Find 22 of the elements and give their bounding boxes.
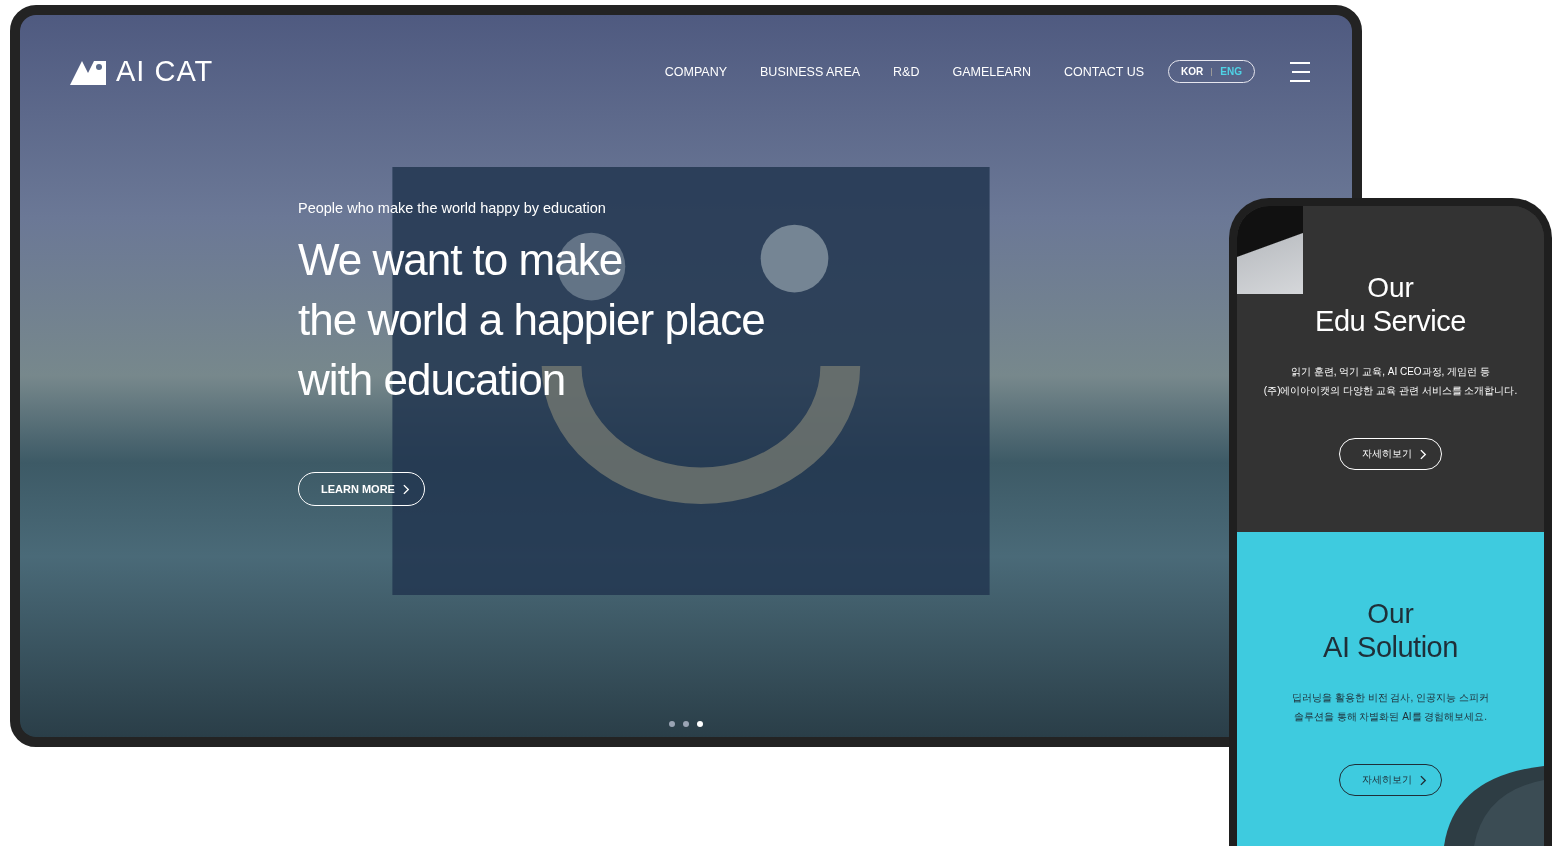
section-title: Edu Service xyxy=(1315,304,1466,338)
hero-tagline: People who make the world happy by education xyxy=(298,200,606,216)
chevron-icon xyxy=(1420,774,1427,786)
section-title: AI Solution xyxy=(1323,630,1458,664)
language-option[interactable]: KOR xyxy=(1181,66,1204,77)
hero-headline: We want to make the world a happier place with education xyxy=(298,234,765,406)
slide-dot[interactable] xyxy=(697,721,703,727)
nav-link[interactable]: BUSINESS AREA xyxy=(760,64,861,79)
chevron-icon xyxy=(1420,448,1427,460)
nav-link[interactable]: R&D xyxy=(893,64,920,79)
section-title: Our xyxy=(1367,598,1414,630)
nav-link[interactable]: COMPANY xyxy=(664,64,728,79)
nav-link[interactable]: CONTACT US xyxy=(1064,64,1145,79)
logo-text: AI CAT xyxy=(116,55,214,88)
language-option[interactable]: ENG xyxy=(1220,66,1242,77)
section-description: 딥러닝을 활용한 비전 검사, 인공지능 스피커 솔루션을 통해 차별화된 AI를 경험해보세요. xyxy=(1292,691,1489,724)
section-title: Our xyxy=(1367,272,1414,304)
slide-dot[interactable] xyxy=(669,721,675,727)
nav-link[interactable]: GAMELEARN xyxy=(952,64,1031,79)
section-description: 읽기 훈련, 억기 교육, AI CEO과정, 게임런 등 (주)에이아이캣의 다양한 교육 관련 서비스를 소개합니다. xyxy=(1263,365,1518,398)
chevron-icon xyxy=(402,483,410,495)
slide-dot[interactable] xyxy=(683,721,689,727)
